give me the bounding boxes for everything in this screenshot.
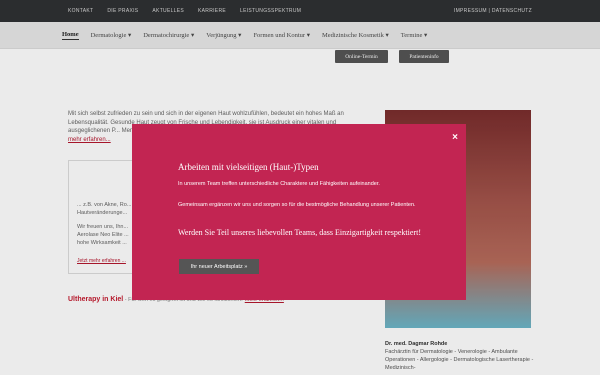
modal-paragraph-1: In unserem Team treffen unterschiedliche… xyxy=(178,181,380,187)
modal-subheading: Werden Sie Teil unseres liebevollen Team… xyxy=(178,228,421,237)
career-cta-button[interactable]: Ihr neuer Arbeitsplatz » xyxy=(179,259,259,274)
career-modal: × Arbeiten mit vielseitigen (Haut-)Typen… xyxy=(132,124,466,300)
modal-heading: Arbeiten mit vielseitigen (Haut-)Typen xyxy=(178,162,319,172)
modal-paragraph-2: Gemeinsam ergänzen wir uns und sorgen so… xyxy=(178,202,416,208)
close-icon[interactable]: × xyxy=(452,132,458,143)
